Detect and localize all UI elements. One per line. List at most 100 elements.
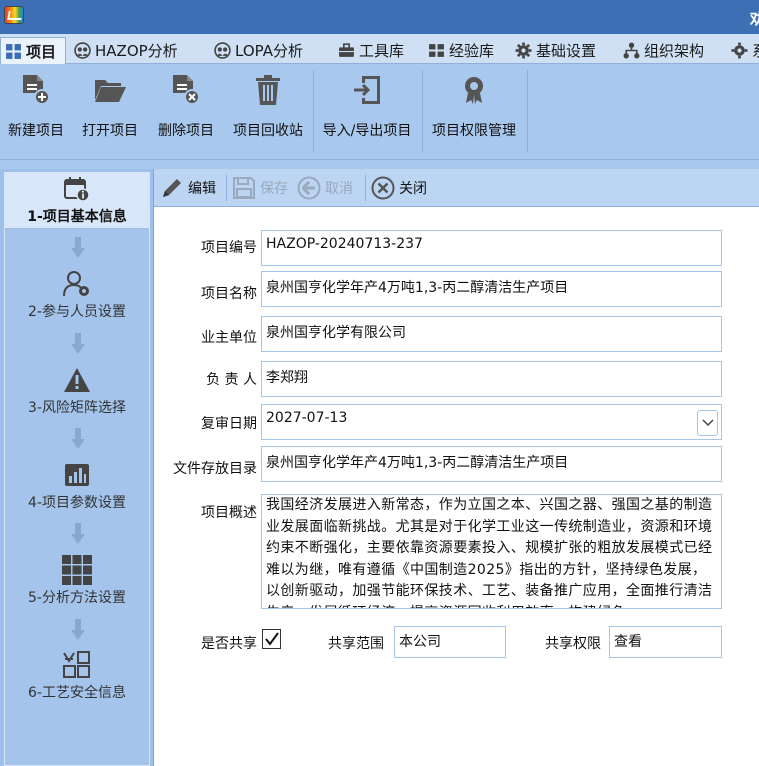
new-project-button[interactable]: 新建项目 xyxy=(4,68,68,154)
bar-chart-icon xyxy=(65,464,89,486)
tab-label: HAZOP分析 xyxy=(95,42,178,60)
project-permissions-button[interactable]: 项目权限管理 xyxy=(427,68,521,154)
step-2-participants[interactable]: 2-参与人员设置 xyxy=(5,268,149,324)
tab-experience[interactable]: 经验库 xyxy=(424,37,498,64)
shared-label: 是否共享 xyxy=(201,636,257,652)
edit-label: 编辑 xyxy=(188,181,216,197)
tab-org-structure[interactable]: 组织架构 xyxy=(619,37,708,64)
org-chart-icon xyxy=(623,42,640,59)
tab-label: 组织架构 xyxy=(644,42,705,60)
recycle-bin-button[interactable]: 项目回收站 xyxy=(229,68,307,154)
cancel-button[interactable]: 取消 xyxy=(297,174,353,202)
ribbon-separator xyxy=(527,70,528,152)
step-label: 1-项目基本信息 xyxy=(27,209,127,225)
ribbon-separator xyxy=(422,70,423,152)
step-label: 3-风险矩阵选择 xyxy=(28,400,126,416)
step-3-risk-matrix[interactable]: 3-风险矩阵选择 xyxy=(5,364,149,420)
save-button[interactable]: 保存 xyxy=(232,174,288,202)
save-icon xyxy=(233,177,255,199)
ribbon-separator xyxy=(313,70,314,152)
share-scope-label: 共享范围 xyxy=(328,636,384,652)
open-project-label: 打开项目 xyxy=(82,123,138,139)
import-export-button[interactable]: 导入/导出项目 xyxy=(317,68,417,154)
experience-library-icon xyxy=(429,44,444,57)
close-label: 关闭 xyxy=(399,181,427,197)
share-scope-field[interactable]: 本公司 xyxy=(394,626,506,658)
window-title: 劝 xyxy=(749,10,759,28)
new-project-label: 新建项目 xyxy=(8,123,64,139)
new-document-icon xyxy=(23,75,50,105)
review-date-label: 复审日期 xyxy=(201,416,257,432)
step-6-process-safety[interactable]: 6-工艺安全信息 xyxy=(5,649,149,705)
grid-icon xyxy=(62,555,92,585)
tab-toolbox[interactable]: 工具库 xyxy=(334,37,408,64)
step-label: 6-工艺安全信息 xyxy=(28,685,126,701)
review-date-picker[interactable]: 2027-07-13 xyxy=(261,404,722,440)
cancel-label: 取消 xyxy=(325,181,353,197)
project-name-field[interactable]: 泉州国亨化学年产4万吨1,3-丙二醇清洁生产项目 xyxy=(261,271,722,307)
toolbox-icon xyxy=(339,43,354,57)
tab-label: LOPA分析 xyxy=(235,42,303,60)
toolbar-separator xyxy=(365,175,366,201)
tab-label: 基础设置 xyxy=(536,42,597,60)
leader-field[interactable]: 李郑翔 xyxy=(261,361,722,397)
summary-textarea[interactable]: 我国经济发展进入新常态，作为立国之本、兴国之器、强国之基的制造业发展面临新挑战。… xyxy=(261,494,722,609)
tab-label: 经验库 xyxy=(449,42,495,60)
step-1-basic-info[interactable]: 1-项目基本信息 xyxy=(5,173,149,229)
step-4-project-params[interactable]: 4-项目参数设置 xyxy=(5,459,149,515)
tab-label: 项目 xyxy=(26,42,57,61)
delete-project-button[interactable]: 删除项目 xyxy=(154,68,218,154)
date-dropdown-button[interactable] xyxy=(697,410,718,436)
arrow-down-icon xyxy=(71,237,85,258)
arrow-down-icon xyxy=(71,619,85,640)
close-icon xyxy=(371,176,395,200)
user-settings-icon xyxy=(63,271,89,297)
open-project-button[interactable]: 打开项目 xyxy=(78,68,142,154)
tab-hazop[interactable]: HAZOP分析 xyxy=(70,37,182,64)
step-5-analysis-method[interactable]: 5-分析方法设置 xyxy=(5,554,149,610)
storage-dir-label: 文件存放目录 xyxy=(173,461,257,477)
share-permission-label: 共享权限 xyxy=(545,636,601,652)
project-grid-icon xyxy=(6,43,21,59)
project-name-label: 项目名称 xyxy=(201,286,257,302)
checkmark-icon xyxy=(264,632,279,646)
tab-project[interactable]: 项目 xyxy=(0,37,66,64)
project-permissions-label: 项目权限管理 xyxy=(432,123,516,139)
project-no-label: 项目编号 xyxy=(201,240,257,256)
import-export-label: 导入/导出项目 xyxy=(322,123,412,139)
form-toolbar: 编辑 保存 取消 关闭 xyxy=(154,169,759,207)
tab-label: 工具库 xyxy=(359,42,405,60)
share-permission-field[interactable]: 查看 xyxy=(609,626,722,658)
arrow-down-icon xyxy=(71,428,85,449)
delete-document-icon xyxy=(173,75,200,105)
chevron-down-icon xyxy=(701,419,714,427)
warning-icon xyxy=(64,368,90,392)
project-no-field[interactable]: HAZOP-20240713-237 xyxy=(261,230,722,266)
owner-field[interactable]: 泉州国亨化学有限公司 xyxy=(261,316,722,352)
steps-panel: 1-项目基本信息 2-参与人员设置 3-风险矩阵选择 4-项目参数设置 5-分析… xyxy=(0,169,154,766)
step-label: 4-项目参数设置 xyxy=(28,495,126,511)
summary-label: 项目概述 xyxy=(201,505,257,521)
tab-basic-settings[interactable]: 基础设置 xyxy=(511,37,600,64)
ribbon-panel: 新建项目 打开项目 删除项目 项目回收站 导入/导出项目 项目权限管理 xyxy=(0,64,759,160)
storage-dir-field[interactable]: 泉州国亨化学年产4万吨1,3-丙二醇清洁生产项目 xyxy=(261,446,722,482)
tab-lopa[interactable]: LOPA分析 xyxy=(210,37,307,64)
tab-system[interactable]: 系 xyxy=(727,37,759,64)
leader-label: 负 责 人 xyxy=(206,372,257,388)
pencil-icon xyxy=(163,179,181,197)
delete-project-label: 删除项目 xyxy=(158,123,214,139)
close-button[interactable]: 关闭 xyxy=(371,174,427,202)
shared-checkbox[interactable] xyxy=(262,629,281,649)
process-safety-icon xyxy=(63,651,90,678)
arrow-down-icon xyxy=(71,523,85,544)
ribbon-tabs: 项目 HAZOP分析 LOPA分析 工具库 经验库 基础设置 组织架构 系 xyxy=(0,34,759,64)
step-label: 5-分析方法设置 xyxy=(28,590,126,606)
edit-button[interactable]: 编辑 xyxy=(160,174,216,202)
toolbar-separator xyxy=(226,175,227,201)
save-label: 保存 xyxy=(260,181,288,197)
project-info-form: 项目编号 HAZOP-20240713-237 项目名称 泉州国亨化学年产4万吨… xyxy=(154,207,759,766)
gear-icon xyxy=(731,42,748,59)
hazop-people-icon xyxy=(74,42,91,59)
ribbon-bottom-band xyxy=(0,160,759,169)
step-label: 2-参与人员设置 xyxy=(28,304,126,320)
